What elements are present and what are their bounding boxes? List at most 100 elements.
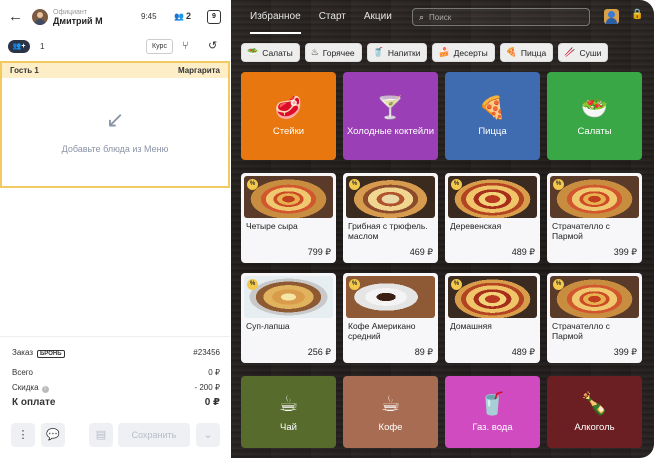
order-row: Заказ БРОНЬ #23456	[12, 348, 220, 358]
discount-badge: %	[349, 279, 360, 290]
menu-tabs: Избранное Старт Акции	[241, 0, 401, 34]
dish-card[interactable]: % Четыре сыра 799 ₽	[241, 173, 336, 263]
tile-alcohol[interactable]: 🍾 Алкоголь	[547, 376, 642, 448]
dish-name: Домашняя	[450, 321, 492, 331]
share-split-icon[interactable]: ⑂	[182, 40, 189, 52]
course-button[interactable]: Курс	[146, 39, 173, 54]
dish-price: 799 ₽	[307, 247, 331, 257]
drink-icon: 🥤	[372, 47, 384, 57]
discount-badge: %	[247, 179, 258, 190]
category-salads[interactable]: 🥗 Салаты	[241, 43, 300, 62]
tab-promotions[interactable]: Акции	[355, 0, 401, 34]
soda-icon: 🥤	[478, 390, 507, 416]
tile-salads[interactable]: 🥗 Салаты	[547, 72, 642, 160]
tile-tea[interactable]: ☕ Чай	[241, 376, 336, 448]
discount-badge: %	[451, 179, 462, 190]
dish-photo: %	[244, 176, 333, 218]
dish-name: Деревенская	[450, 221, 502, 231]
order-header: ← Официант Дмитрий М 9:45 👥 2 9	[0, 0, 230, 34]
pizza-icon: 🍕	[505, 47, 517, 57]
dish-card[interactable]: % Страчателло с Пармой 399 ₽	[547, 273, 642, 363]
menu-panel: Избранное Старт Акции ⌕ Поиск 🔒 🥗 Салаты …	[231, 0, 654, 458]
user-avatar[interactable]	[604, 9, 619, 24]
arrow-left-icon[interactable]: ←	[8, 9, 24, 25]
dish-photo: %	[346, 276, 435, 318]
dish-card[interactable]: % Страчателло с Пармой 399 ₽	[547, 173, 642, 263]
coffee-cup-icon: ☕	[380, 390, 401, 416]
guest-card[interactable]: Гость 1 Маргарита ↙ Добавьте блюда из Ме…	[0, 61, 230, 188]
empty-order-hint: Добавьте блюда из Меню	[61, 144, 169, 154]
tile-soda[interactable]: 🥤 Газ. вода	[445, 376, 540, 448]
pay-label: К оплате	[12, 397, 56, 408]
category-sushi[interactable]: 🥢 Суши	[558, 43, 609, 62]
cocktail-icon: 🍸	[376, 94, 405, 120]
category-drinks[interactable]: 🥤 Напитки	[366, 43, 428, 62]
pizza-icon: 🍕	[478, 94, 507, 120]
dish-name: Четыре сыра	[246, 221, 298, 231]
tile-pizza[interactable]: 🍕 Пицца	[445, 72, 540, 160]
guest-table-name: Маргарита	[177, 66, 220, 75]
category-desserts[interactable]: 🍰 Десерты	[432, 43, 495, 62]
receipt-icon[interactable]: ▤	[89, 423, 113, 447]
total-label: Всего	[12, 368, 33, 377]
order-summary: Заказ БРОНЬ #23456 Всего 0 ₽ Скидка i - 20…	[0, 336, 230, 458]
guest-count-value: 1	[40, 42, 45, 51]
discount-label: Скидка	[12, 383, 39, 392]
dish-name: Кофе Американо средний	[348, 321, 416, 341]
dish-card[interactable]: % Кофе Американо средний 89 ₽	[343, 273, 438, 363]
category-hot[interactable]: ♨ Горячее	[304, 43, 362, 62]
discount-value: - 200 ₽	[194, 383, 220, 392]
dish-card[interactable]: % Домашняя 489 ₽	[445, 273, 540, 363]
waiter-role: Официант	[53, 9, 87, 16]
chevron-down-icon[interactable]: ⌄	[196, 423, 220, 447]
dish-photo: %	[550, 176, 639, 218]
discount-row: Скидка i - 200 ₽	[12, 383, 220, 393]
steak-icon: 🥩	[274, 94, 303, 120]
dish-price: 399 ₽	[613, 347, 637, 357]
dish-photo: %	[244, 276, 333, 318]
pay-row: К оплате 0 ₽	[12, 397, 220, 408]
add-guest-button[interactable]: 👥+	[8, 40, 30, 53]
tile-cold-cocktails[interactable]: 🍸 Холодные коктейли	[343, 72, 438, 160]
bottle-icon: 🍾	[580, 390, 609, 416]
info-icon[interactable]: i	[41, 386, 49, 393]
dish-photo: %	[448, 276, 537, 318]
clock-time: 9:45	[141, 12, 157, 21]
dish-card[interactable]: % Суп-лапша 256 ₽	[241, 273, 336, 363]
search-input[interactable]: ⌕ Поиск	[412, 8, 590, 26]
dish-photo: %	[550, 276, 639, 318]
salad-icon: 🥗	[580, 94, 609, 120]
discount-badge: %	[451, 279, 462, 290]
comment-icon[interactable]: 💬	[41, 423, 65, 447]
dish-name: Суп-лапша	[246, 321, 290, 331]
dish-price: 399 ₽	[613, 247, 637, 257]
cake-icon: 🍰	[438, 47, 450, 57]
tab-favorites[interactable]: Избранное	[241, 0, 310, 34]
guests-count: 2	[185, 11, 191, 21]
tile-coffee[interactable]: ☕ Кофе	[343, 376, 438, 448]
turn-down-left-arrow-icon: ↙	[106, 107, 125, 132]
dish-name: Страчателло с Пармой	[552, 321, 610, 341]
tab-start[interactable]: Старт	[310, 0, 355, 34]
table-number-badge[interactable]: 9	[207, 10, 221, 24]
more-vertical-icon[interactable]: ⋮	[11, 423, 35, 447]
dish-price: 489 ₽	[511, 347, 535, 357]
dish-photo: %	[448, 176, 537, 218]
tile-steaks[interactable]: 🥩 Стейки	[241, 72, 336, 160]
waiter-avatar	[32, 9, 48, 25]
discount-badge: %	[553, 179, 564, 190]
tea-cup-icon: ☕	[278, 390, 299, 416]
save-button[interactable]: Сохранить	[118, 423, 190, 447]
dish-price: 256 ₽	[307, 347, 331, 357]
guest-name: Гость 1	[10, 66, 39, 75]
history-icon[interactable]: ↺	[208, 39, 217, 52]
order-number: #23456	[193, 348, 220, 357]
pay-value: 0 ₽	[204, 397, 220, 408]
lock-icon[interactable]: 🔒	[631, 9, 643, 20]
dish-card[interactable]: % Грибная с трюфель. маслом 469 ₽	[343, 173, 438, 263]
guests-counter[interactable]: 👥 2	[174, 11, 191, 21]
category-pizza[interactable]: 🍕 Пицца	[499, 43, 554, 62]
dish-name: Грибная с трюфель. маслом	[348, 221, 428, 241]
dish-card[interactable]: % Деревенская 489 ₽	[445, 173, 540, 263]
discount-badge: %	[349, 179, 360, 190]
